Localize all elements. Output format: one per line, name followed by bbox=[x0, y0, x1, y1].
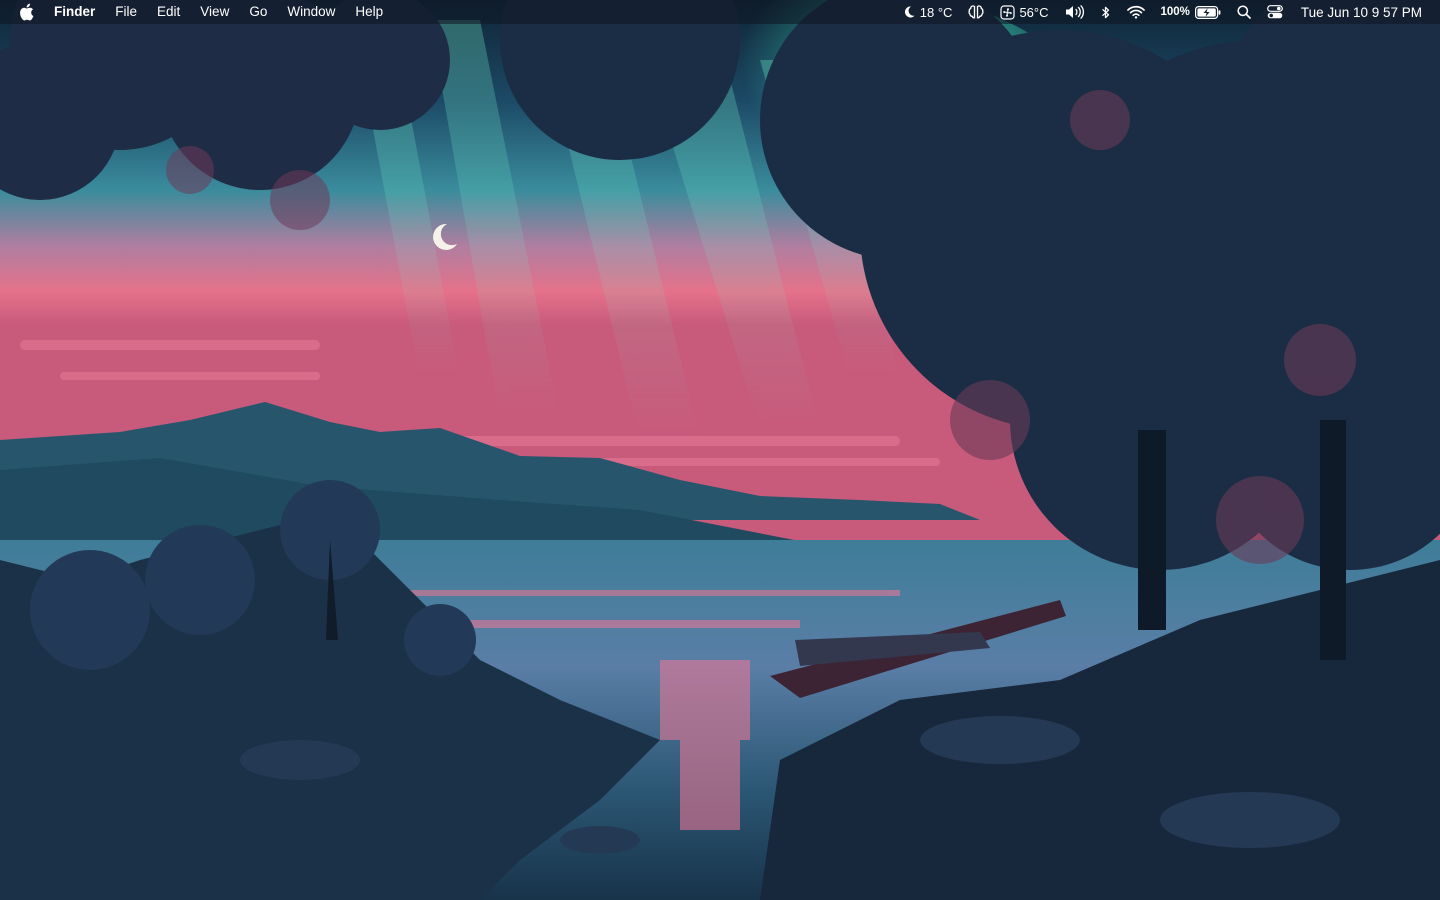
bluetooth-status-item[interactable] bbox=[1093, 0, 1119, 24]
menu-bar-left: Finder File Edit View Go Window Help bbox=[0, 0, 393, 24]
menu-bar-clock[interactable]: Tue Jun 10 9 57 PM bbox=[1291, 0, 1422, 24]
weather-status-item[interactable]: 18 °C bbox=[894, 0, 961, 24]
speaker-icon bbox=[1065, 5, 1085, 19]
app-menu-finder[interactable]: Finder bbox=[54, 0, 105, 24]
apple-menu-icon[interactable] bbox=[18, 3, 36, 21]
wifi-icon bbox=[1126, 5, 1145, 19]
menu-view[interactable]: View bbox=[190, 0, 239, 24]
menu-edit[interactable]: Edit bbox=[147, 0, 190, 24]
spotlight-icon bbox=[1237, 5, 1251, 19]
control-center-icon bbox=[1267, 5, 1283, 19]
battery-status-item[interactable]: 100% bbox=[1153, 0, 1229, 24]
brain-status-item[interactable] bbox=[960, 0, 992, 24]
menu-window[interactable]: Window bbox=[277, 0, 345, 24]
battery-percentage: 100% bbox=[1160, 6, 1190, 18]
menu-go[interactable]: Go bbox=[239, 0, 277, 24]
desktop-wallpaper bbox=[0, 0, 1440, 900]
bluetooth-icon bbox=[1101, 5, 1111, 20]
moon-weather-icon bbox=[902, 5, 916, 19]
weather-temperature: 18 °C bbox=[919, 4, 953, 20]
menu-bar-status-area: 18 °C 56°C 100% Tue Jun 10 9 57 PM bbox=[894, 0, 1440, 24]
control-center-status-item[interactable] bbox=[1259, 0, 1291, 24]
brain-icon bbox=[968, 4, 985, 20]
cpu-temperature: 56°C bbox=[1019, 4, 1049, 20]
battery-charging-icon bbox=[1194, 5, 1221, 19]
spotlight-status-item[interactable] bbox=[1229, 0, 1259, 24]
wifi-status-item[interactable] bbox=[1119, 0, 1153, 24]
cpu-fan-icon bbox=[1000, 4, 1016, 20]
menu-help[interactable]: Help bbox=[345, 0, 393, 24]
menu-bar: Finder File Edit View Go Window Help 18 … bbox=[0, 0, 1440, 24]
volume-status-item[interactable] bbox=[1057, 0, 1093, 24]
cpu-temp-status-item[interactable]: 56°C bbox=[992, 0, 1056, 24]
menu-file[interactable]: File bbox=[105, 0, 147, 24]
